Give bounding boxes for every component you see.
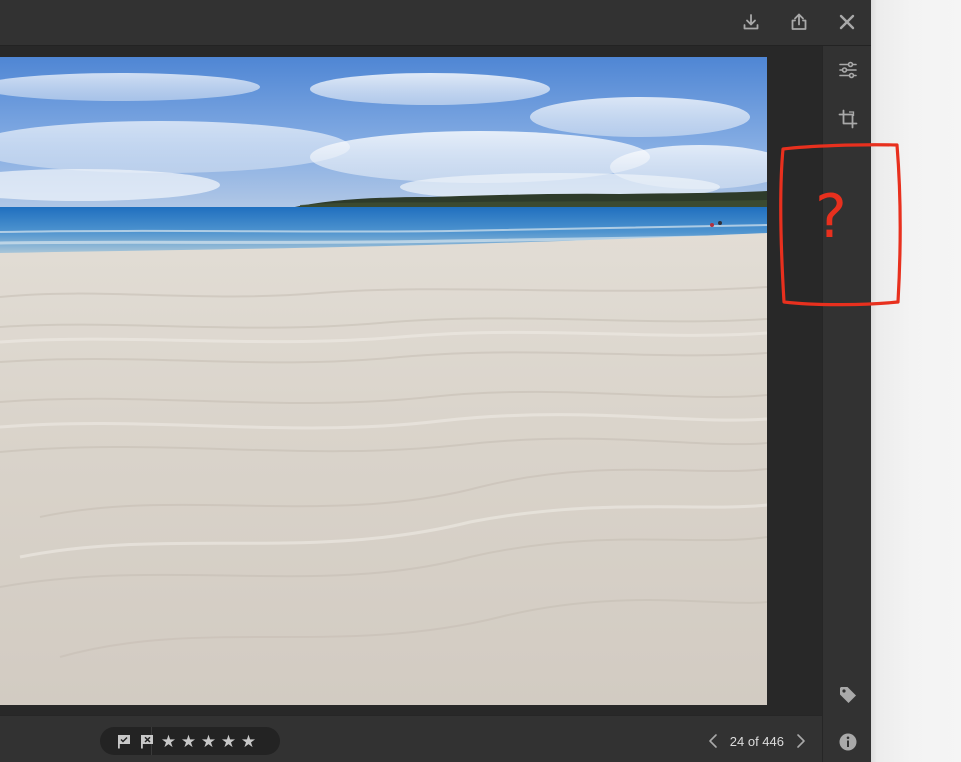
chevron-right-icon[interactable] (794, 732, 808, 750)
right-sidebar (822, 46, 871, 762)
photo-viewer-window: ★ ★ ★ ★ ★ 24 of 446 (0, 0, 871, 762)
bottom-toolbar: ★ ★ ★ ★ ★ 24 of 446 (0, 715, 822, 762)
star-3[interactable]: ★ (200, 733, 217, 750)
edit-sliders-icon[interactable] (835, 57, 861, 83)
tag-icon[interactable] (835, 682, 861, 708)
background-window (871, 0, 961, 762)
pick-flag-icon[interactable] (117, 734, 132, 749)
beach-photo (0, 57, 767, 705)
top-toolbar (0, 0, 871, 46)
share-icon[interactable] (786, 9, 812, 35)
rating-flag-control: ★ ★ ★ ★ ★ (100, 727, 280, 755)
download-icon[interactable] (738, 9, 764, 35)
flag-group (100, 727, 153, 755)
photo-pager: 24 of 446 (706, 730, 808, 752)
star-rating: ★ ★ ★ ★ ★ (152, 733, 257, 750)
star-4[interactable]: ★ (220, 733, 237, 750)
photo-stage (0, 46, 822, 715)
star-5[interactable]: ★ (240, 733, 257, 750)
close-icon[interactable] (834, 9, 860, 35)
info-icon[interactable] (835, 729, 861, 755)
star-2[interactable]: ★ (180, 733, 197, 750)
crop-icon[interactable] (835, 106, 861, 132)
photo-counter: 24 of 446 (729, 733, 784, 749)
star-1[interactable]: ★ (160, 733, 177, 750)
chevron-left-icon[interactable] (706, 732, 720, 750)
